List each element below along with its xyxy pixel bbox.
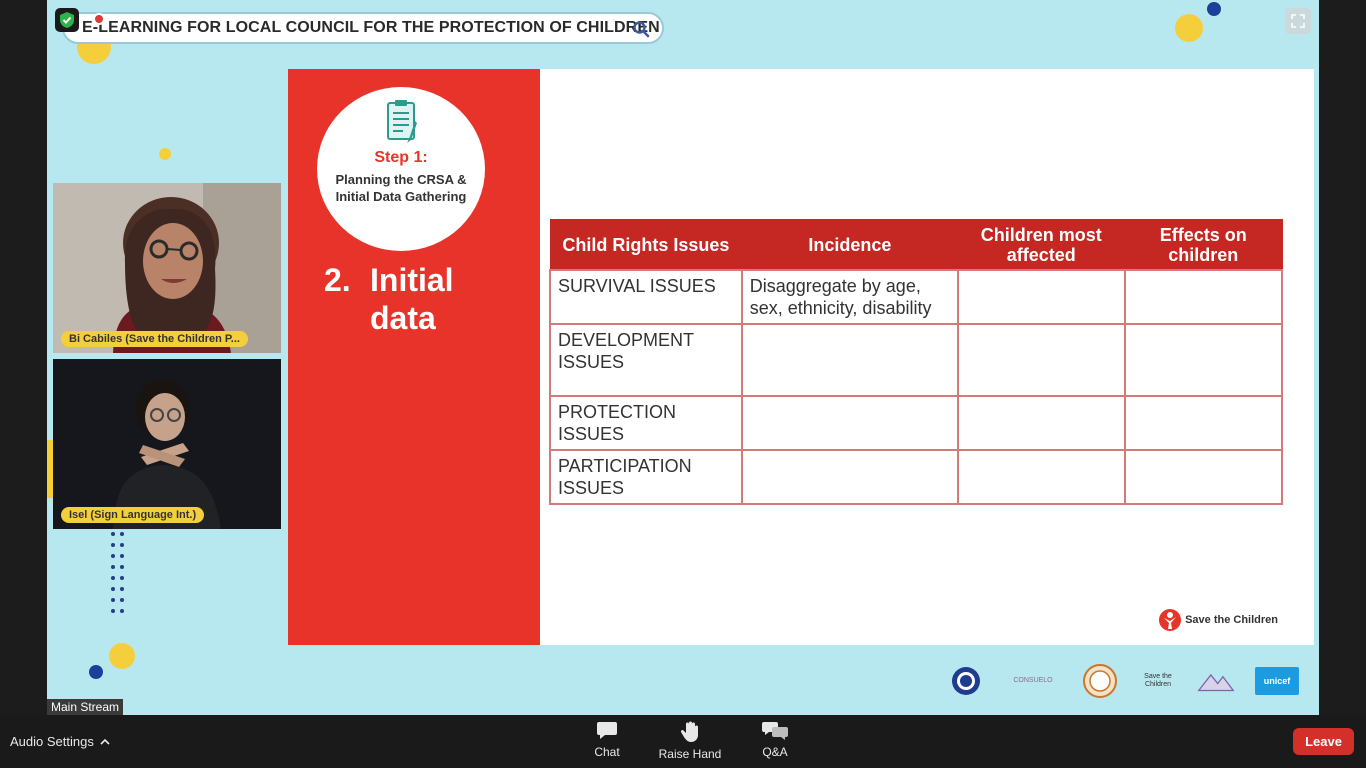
table-cell bbox=[1123, 395, 1283, 451]
search-icon bbox=[633, 21, 650, 38]
table-cell: PARTICIPATION ISSUES bbox=[549, 449, 743, 505]
decor-bubble bbox=[159, 148, 171, 160]
table-cell: DEVELOPMENT ISSUES bbox=[549, 323, 743, 397]
globe-logo-icon bbox=[947, 665, 985, 697]
table-cell bbox=[957, 269, 1126, 325]
qa-icon bbox=[762, 722, 788, 740]
column-header: Children most affected bbox=[957, 219, 1126, 271]
main-stream-label: Main Stream bbox=[47, 699, 124, 715]
save-the-children-icon bbox=[1159, 609, 1182, 631]
table-row: PROTECTION ISSUES bbox=[549, 395, 1283, 451]
raise-hand-button[interactable]: Raise Hand bbox=[654, 721, 726, 761]
table-cell bbox=[740, 395, 960, 451]
zoom-webinar-window: E-LEARNING FOR LOCAL COUNCIL FOR THE PRO… bbox=[0, 0, 1366, 768]
chevron-up-icon bbox=[100, 738, 110, 745]
table-cell: Disaggregate by age, sex, ethnicity, dis… bbox=[740, 269, 960, 325]
table-cell: PROTECTION ISSUES bbox=[549, 395, 743, 451]
fullscreen-expand-icon[interactable] bbox=[1285, 8, 1311, 34]
slide-heading-line2: data bbox=[370, 300, 436, 336]
main-stream-view: E-LEARNING FOR LOCAL COUNCIL FOR THE PRO… bbox=[47, 0, 1319, 715]
decor-bubble bbox=[1175, 14, 1203, 42]
participant-video-feed bbox=[53, 183, 281, 353]
table-row: SURVIVAL ISSUES Disaggregate by age, sex… bbox=[549, 269, 1283, 325]
decor-bubble bbox=[109, 643, 135, 669]
slide-heading-line1: Initial bbox=[370, 262, 454, 298]
table-cell bbox=[1123, 269, 1283, 325]
column-header: Effects on children bbox=[1124, 219, 1283, 271]
column-header: Child Rights Issues bbox=[549, 219, 743, 271]
seal-logo-icon bbox=[1081, 664, 1119, 698]
slide-side-panel: Step 1: Planning the CRSA & Initial Data… bbox=[288, 69, 540, 645]
partner-logo: unicef bbox=[1255, 667, 1299, 695]
course-title: E-LEARNING FOR LOCAL COUNCIL FOR THE PRO… bbox=[82, 19, 660, 36]
partner-logo: CONSUELO bbox=[1013, 677, 1053, 684]
chat-icon bbox=[597, 722, 617, 739]
crsa-table: Child Rights Issues Incidence Children m… bbox=[549, 219, 1283, 505]
slide-heading-number: 2. bbox=[324, 262, 351, 298]
table-cell bbox=[957, 323, 1126, 397]
save-the-children-logo: Save the Children bbox=[1159, 608, 1278, 632]
slide-heading: 2. Initial data bbox=[324, 261, 454, 337]
audio-settings-label: Audio Settings bbox=[10, 734, 94, 749]
meeting-controls-bar: Audio Settings Chat Raise Hand Q&A Leave bbox=[0, 715, 1366, 768]
mountain-logo-icon bbox=[1197, 665, 1235, 697]
chat-button[interactable]: Chat bbox=[571, 721, 643, 759]
chat-label: Chat bbox=[594, 745, 620, 759]
presentation-slide: Step 1: Planning the CRSA & Initial Data… bbox=[288, 69, 1314, 645]
decor-stripe bbox=[47, 440, 53, 498]
table-row: PARTICIPATION ISSUES bbox=[549, 449, 1283, 505]
table-cell bbox=[1123, 449, 1283, 505]
column-header: Incidence bbox=[741, 219, 959, 271]
partner-logo: Save the Children bbox=[1144, 673, 1172, 688]
qa-label: Q&A bbox=[762, 745, 788, 759]
step-badge: Step 1: Planning the CRSA & Initial Data… bbox=[317, 87, 485, 251]
qa-button[interactable]: Q&A bbox=[739, 721, 811, 759]
step-label: Step 1: bbox=[374, 149, 428, 166]
course-title-banner: E-LEARNING FOR LOCAL COUNCIL FOR THE PRO… bbox=[62, 12, 664, 44]
leave-button[interactable]: Leave bbox=[1293, 728, 1354, 755]
table-row: DEVELOPMENT ISSUES bbox=[549, 323, 1283, 397]
participant-name-label: Bi Cabiles (Save the Children P... bbox=[61, 331, 248, 347]
table-header-row: Child Rights Issues Incidence Children m… bbox=[549, 219, 1283, 271]
table-cell bbox=[740, 323, 960, 397]
audio-settings-button[interactable]: Audio Settings bbox=[10, 734, 110, 749]
table-cell: SURVIVAL ISSUES bbox=[549, 269, 743, 325]
table-cell bbox=[957, 449, 1126, 505]
decor-dot-grid bbox=[111, 532, 129, 622]
brand-text: Save the Children bbox=[1185, 614, 1278, 626]
decor-bubble bbox=[1207, 2, 1221, 16]
participant-name-label: Isel (Sign Language Int.) bbox=[61, 507, 205, 523]
raise-hand-icon bbox=[680, 721, 698, 742]
participant-video-tile[interactable]: Isel (Sign Language Int.) bbox=[53, 359, 281, 529]
security-shield-icon[interactable] bbox=[55, 8, 79, 32]
step-description: Planning the CRSA & Initial Data Gatheri… bbox=[335, 172, 467, 204]
raise-hand-label: Raise Hand bbox=[658, 747, 722, 761]
document-icon bbox=[387, 100, 417, 143]
partner-logos: CONSUELO Save the Children unicef bbox=[947, 660, 1307, 702]
recording-indicator-icon bbox=[93, 13, 105, 25]
participant-video-feed bbox=[53, 359, 281, 529]
table-cell bbox=[957, 395, 1126, 451]
participant-video-tile[interactable]: Bi Cabiles (Save the Children P... bbox=[53, 183, 281, 353]
table-cell bbox=[1123, 323, 1283, 397]
decor-bubble bbox=[89, 665, 103, 679]
table-cell bbox=[740, 449, 960, 505]
